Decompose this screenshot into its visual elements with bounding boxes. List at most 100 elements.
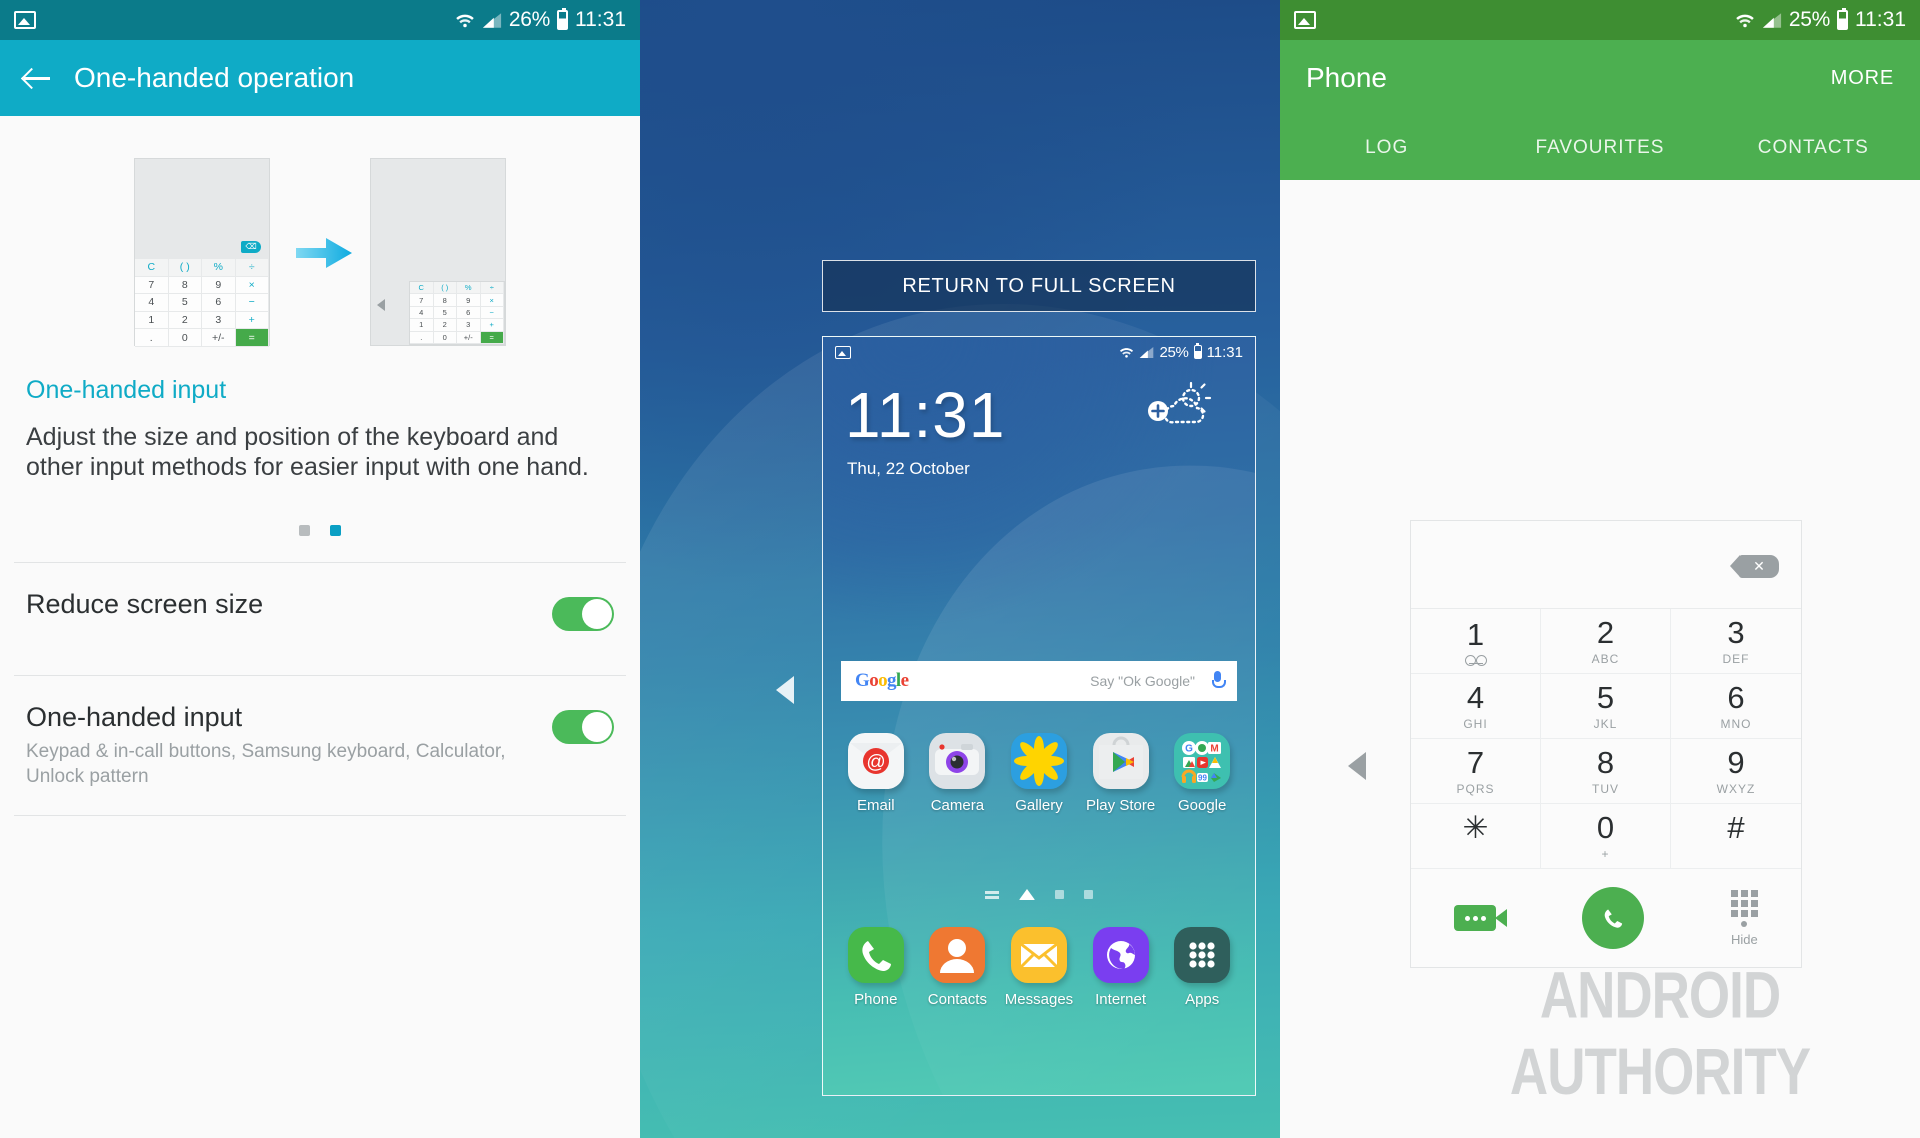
dial-key-5[interactable]: 5 JKL [1541, 674, 1671, 739]
status-bar-left [1294, 11, 1316, 29]
status-bar-left [14, 11, 36, 29]
calc-key: 0 [168, 329, 202, 347]
one-handed-left-handle-icon[interactable] [1348, 752, 1366, 780]
messages-icon [1010, 927, 1067, 983]
gallery-icon [1010, 733, 1067, 789]
app-gallery[interactable]: Gallery [1003, 733, 1075, 814]
calc-key: 2 [168, 311, 202, 330]
return-to-full-screen-button[interactable]: RETURN TO FULL SCREEN [822, 260, 1256, 312]
key-letters: GHI [1463, 716, 1488, 731]
left-triangle-handle-icon [377, 299, 385, 311]
key-digit: 5 [1596, 679, 1615, 715]
dial-key-4[interactable]: 4 GHI [1411, 674, 1541, 739]
contacts-icon [929, 927, 986, 983]
app-label: Gallery [1015, 797, 1063, 814]
email-icon: @ [847, 733, 904, 789]
carousel-dots[interactable] [0, 524, 640, 536]
backspace-icon[interactable]: ✕ [1730, 555, 1779, 578]
calc-key: 3 [457, 319, 481, 332]
reduce-screen-size-toggle[interactable] [552, 596, 614, 631]
row-title: Reduce screen size [26, 588, 264, 619]
calc-key: 5 [433, 306, 457, 320]
google-folder-icon: G M 99 [1174, 733, 1231, 789]
setting-row-one-handed-input[interactable]: One-handed input Keypad & in-call button… [0, 676, 640, 790]
setting-row-reduce-screen-size[interactable]: Reduce screen size [0, 563, 640, 649]
dial-key-0[interactable]: 0 + [1541, 804, 1671, 869]
search-placeholder: Say "Ok Google" [1090, 673, 1195, 689]
calc-key: +/- [202, 329, 236, 347]
google-search-bar[interactable]: Google Say "Ok Google" [841, 661, 1237, 701]
camera-icon [929, 733, 986, 789]
calc-key: . [135, 329, 169, 347]
status-time: 11:31 [1855, 8, 1906, 31]
page-indicator-menu-icon[interactable] [985, 890, 999, 899]
dial-key-1[interactable]: 1 [1411, 609, 1541, 674]
calc-key: × [480, 294, 504, 307]
back-arrow-icon[interactable] [22, 63, 52, 93]
carousel-dot-2[interactable] [330, 524, 341, 536]
one-handed-left-handle-icon[interactable] [776, 676, 794, 704]
app-phone[interactable]: Phone [840, 927, 912, 1008]
wifi-icon [456, 14, 474, 27]
svg-text:M: M [1211, 744, 1219, 755]
watermark: ANDROID AUTHORITY [1509, 958, 1811, 1109]
wifi-icon [1736, 14, 1754, 27]
keypad-hide-icon [1730, 889, 1758, 917]
hide-keypad-button[interactable]: Hide [1730, 889, 1758, 947]
dial-key-star[interactable]: ✳ [1411, 804, 1541, 869]
calc-key: 0 [433, 331, 457, 344]
svg-text:G: G [1185, 744, 1193, 755]
svg-text:99: 99 [1198, 774, 1207, 783]
more-button[interactable]: MORE [1831, 67, 1894, 90]
home-page-indicator[interactable] [823, 889, 1255, 900]
weather-add-icon[interactable] [1143, 381, 1213, 429]
key-digit: # [1727, 809, 1745, 845]
row-text: Reduce screen size [26, 589, 552, 620]
calc-key: ( ) [433, 282, 457, 295]
key-letters: DEF [1722, 651, 1750, 666]
mic-icon[interactable] [1211, 671, 1226, 691]
key-digit: ✳ [1462, 809, 1489, 845]
key-digit: 2 [1596, 614, 1615, 650]
carousel-dot-1[interactable] [299, 524, 310, 536]
dial-key-9[interactable]: 9 WXYZ [1671, 739, 1801, 804]
page-indicator-home-icon[interactable] [1019, 889, 1035, 900]
lock-date: Thu, 22 October [847, 459, 970, 478]
tab-log[interactable]: LOG [1280, 137, 1493, 159]
status-bar-right: 25% 11:31 [1735, 8, 1906, 32]
video-call-icon[interactable] [1454, 905, 1508, 931]
app-camera[interactable]: Camera [921, 733, 993, 814]
app-label: Play Store [1085, 797, 1156, 814]
dial-key-2[interactable]: 2 ABC [1541, 609, 1671, 674]
signal-icon [1140, 346, 1154, 358]
internet-icon [1092, 927, 1149, 983]
tab-favourites[interactable]: FAVOURITES [1493, 137, 1706, 159]
dial-key-8[interactable]: 8 TUV [1541, 739, 1671, 804]
calc-key: 7 [410, 294, 434, 307]
app-contacts[interactable]: Contacts [921, 927, 993, 1008]
page-indicator-dot[interactable] [1084, 890, 1093, 899]
calc-key: 5 [168, 294, 202, 312]
app-email[interactable]: @ Email [840, 733, 912, 814]
signal-icon [1762, 12, 1781, 28]
dial-number-display[interactable]: ✕ [1411, 521, 1801, 609]
row-text: One-handed input Keypad & in-call button… [26, 702, 552, 790]
app-google-folder[interactable]: G M 99 Google [1166, 733, 1238, 814]
dial-key-7[interactable]: 7 PQRS [1411, 739, 1541, 804]
tab-contacts[interactable]: CONTACTS [1707, 137, 1920, 159]
page-indicator-dot[interactable] [1055, 890, 1064, 899]
key-letters: JKL [1593, 716, 1618, 731]
call-button[interactable] [1582, 887, 1645, 949]
calc-key: 6 [457, 306, 481, 320]
app-internet[interactable]: Internet [1085, 927, 1157, 1008]
phone-app-screen: 25% 11:31 Phone MORE LOG FAVOURITES CONT… [1280, 0, 1920, 1138]
dial-key-6[interactable]: 6 MNO [1671, 674, 1801, 739]
status-bar: 26% 11:31 [0, 0, 640, 40]
one-handed-input-toggle[interactable] [552, 709, 614, 744]
app-label: Phone [854, 991, 898, 1008]
app-apps[interactable]: Apps [1166, 927, 1238, 1008]
app-messages[interactable]: Messages [1003, 927, 1075, 1008]
app-play-store[interactable]: Play Store [1085, 733, 1157, 814]
dial-key-hash[interactable]: # [1671, 804, 1801, 869]
dial-key-3[interactable]: 3 DEF [1671, 609, 1801, 674]
